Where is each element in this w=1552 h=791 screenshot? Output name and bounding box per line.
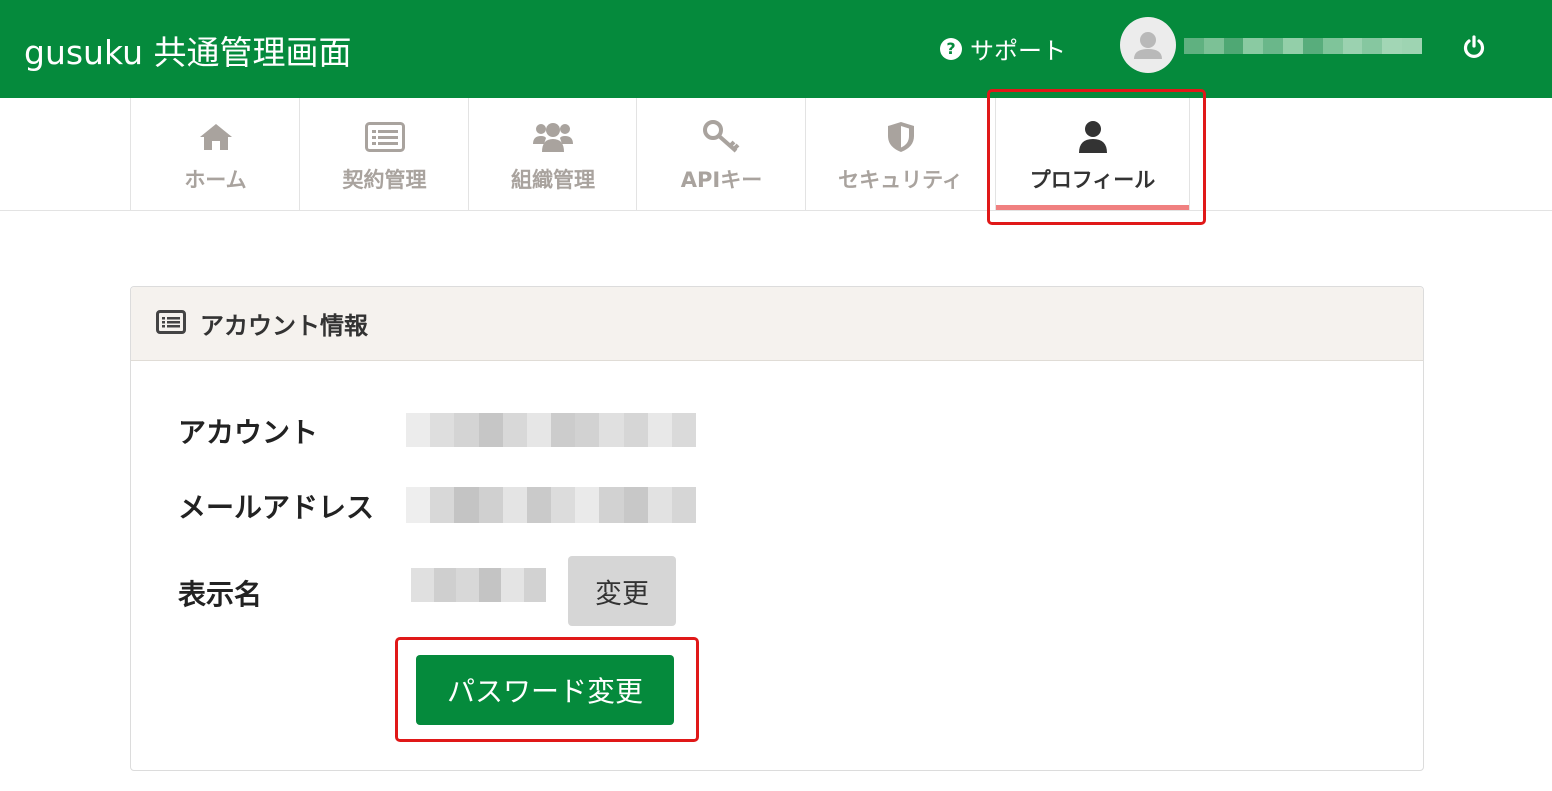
change-display-name-button[interactable]: 変更 (568, 556, 676, 626)
display-name-label: 表示名 (178, 578, 263, 611)
top-header: gusuku 共通管理画面 ? サポート (0, 0, 1552, 98)
tab-profile[interactable]: プロフィール (995, 98, 1190, 210)
tab-label: APIキー (680, 168, 763, 192)
key-icon (702, 120, 742, 154)
active-tab-indicator (996, 205, 1189, 210)
question-circle-icon: ? (940, 37, 962, 60)
tab-home[interactable]: ホーム (130, 98, 300, 210)
tab-organization[interactable]: 組織管理 (468, 98, 637, 210)
users-icon (531, 120, 575, 154)
list-card-icon (156, 309, 186, 338)
email-label: メールアドレス (178, 491, 375, 524)
tab-api-key[interactable]: APIキー (636, 98, 806, 210)
display-name-value-redacted (411, 568, 546, 602)
panel-title: アカウント情報 (200, 312, 368, 340)
user-icon (1077, 120, 1109, 154)
username-redacted[interactable] (1184, 38, 1422, 54)
account-info-panel: アカウント情報 アカウント メールアドレス 表示名 変更 パスワード変更 (130, 286, 1424, 771)
panel-header: アカウント情報 (131, 287, 1423, 361)
tab-contract[interactable]: 契約管理 (299, 98, 469, 210)
tab-label: プロフィール (1029, 168, 1156, 192)
power-icon[interactable] (1460, 33, 1488, 61)
change-password-button[interactable]: パスワード変更 (416, 655, 674, 725)
shield-icon (886, 120, 916, 154)
list-card-icon (364, 120, 405, 154)
email-value-redacted (406, 487, 697, 523)
user-avatar-icon[interactable] (1120, 17, 1176, 73)
tab-label: セキュリティ (838, 168, 963, 192)
tab-label: 組織管理 (511, 168, 595, 192)
tab-security[interactable]: セキュリティ (805, 98, 995, 210)
account-value-redacted (406, 413, 697, 447)
home-icon (198, 120, 234, 154)
support-label: サポート (970, 37, 1066, 65)
support-link[interactable]: ? サポート (940, 31, 1066, 66)
app-title[interactable]: gusuku 共通管理画面 (24, 26, 351, 74)
main-nav: ホーム 契約管理 組織管理 APIキー セキュリティ プロフィール (0, 98, 1552, 211)
tab-label: ホーム (184, 168, 247, 192)
account-label: アカウント (178, 416, 319, 449)
tab-label: 契約管理 (342, 168, 427, 192)
